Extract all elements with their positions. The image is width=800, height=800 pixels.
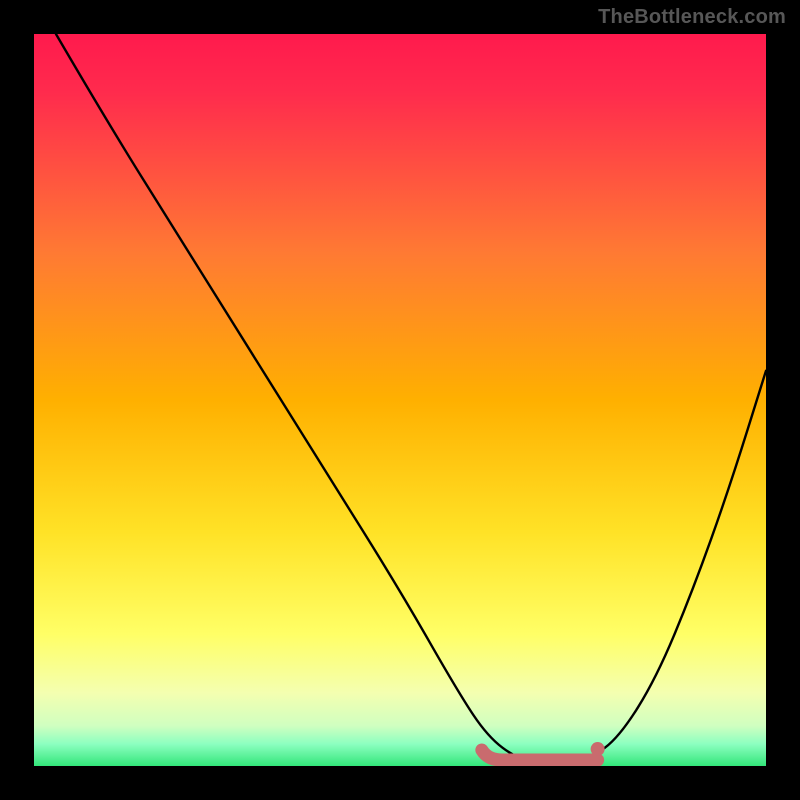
chart-container: TheBottleneck.com bbox=[0, 0, 800, 800]
chart-svg bbox=[34, 34, 766, 766]
gradient-background bbox=[34, 34, 766, 766]
marker-point bbox=[591, 742, 605, 756]
plot-area bbox=[34, 34, 766, 766]
watermark-text: TheBottleneck.com bbox=[598, 6, 786, 29]
